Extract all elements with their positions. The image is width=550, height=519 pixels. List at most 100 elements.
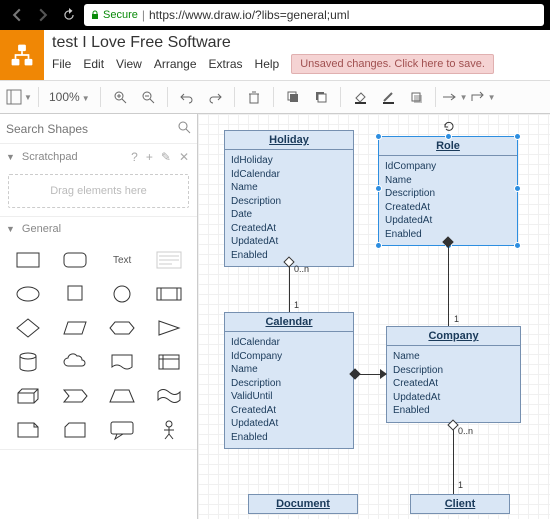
search-icon[interactable] [177, 120, 191, 137]
url-text: https://www.draw.io/?libs=general;uml [149, 8, 349, 22]
uml-body: IdHoliday IdCalendar Name Description Da… [225, 150, 353, 266]
shape-diamond[interactable] [6, 313, 49, 343]
menu-help[interactable]: Help [255, 57, 280, 71]
scratchpad-help[interactable]: ? [129, 150, 140, 164]
drawio-logo[interactable] [0, 30, 44, 80]
scratchpad-dropzone[interactable]: Drag elements here [8, 174, 189, 208]
shape-triangle[interactable] [148, 313, 191, 343]
shape-rectangle[interactable] [6, 245, 49, 275]
redo-button[interactable] [202, 84, 228, 110]
browser-chrome: Secure | https://www.draw.io/?libs=gener… [0, 0, 550, 30]
general-label: General [22, 223, 61, 235]
uml-body: IdCompany Name Description CreatedAt Upd… [379, 156, 517, 245]
shape-hexagon[interactable] [101, 313, 144, 343]
multiplicity-label: 1 [454, 314, 459, 324]
scratchpad-edit[interactable]: ✎ [159, 150, 173, 164]
uml-title: Company [387, 327, 520, 346]
diagram-canvas[interactable]: Holiday IdHoliday IdCalendar Name Descri… [198, 114, 550, 519]
undo-button[interactable] [174, 84, 200, 110]
uml-class-calendar[interactable]: Calendar IdCalendar IdCompany Name Descr… [224, 312, 354, 449]
uml-title: Client [411, 495, 509, 513]
menu-file[interactable]: File [52, 57, 71, 71]
shape-callout[interactable] [101, 415, 144, 445]
uml-class-holiday[interactable]: Holiday IdHoliday IdCalendar Name Descri… [224, 130, 354, 267]
shape-step[interactable] [53, 381, 96, 411]
arrow-head-icon [380, 369, 388, 379]
uml-title: Calendar [225, 313, 353, 332]
shape-trapezoid[interactable] [101, 381, 144, 411]
multiplicity-label: 0..n [458, 426, 473, 436]
lock-icon [90, 10, 100, 20]
url-bar[interactable]: Secure | https://www.draw.io/?libs=gener… [84, 4, 544, 26]
uml-title: Document [249, 495, 357, 513]
resize-handle-e[interactable] [514, 185, 521, 192]
menu-view[interactable]: View [116, 57, 142, 71]
to-back-button[interactable] [308, 84, 334, 110]
connection-dropdown[interactable]: ▼ [442, 84, 468, 110]
shape-note[interactable] [6, 415, 49, 445]
connector[interactable] [448, 240, 449, 326]
multiplicity-label: 1 [294, 300, 299, 310]
shape-rounded-rect[interactable] [53, 245, 96, 275]
view-dropdown[interactable]: ▼ [6, 84, 32, 110]
menu-arrange[interactable]: Arrange [154, 57, 197, 71]
scratchpad-close[interactable]: ✕ [177, 150, 191, 164]
shape-cylinder[interactable] [6, 347, 49, 377]
zoom-in-button[interactable] [107, 84, 133, 110]
resize-handle-sw[interactable] [375, 242, 382, 249]
shape-card[interactable] [53, 415, 96, 445]
waypoints-dropdown[interactable]: ▼ [470, 84, 496, 110]
to-front-button[interactable] [280, 84, 306, 110]
url-separator: | [142, 8, 145, 22]
forward-button[interactable] [32, 4, 54, 26]
uml-class-document[interactable]: Document [248, 494, 358, 514]
shape-ellipse[interactable] [6, 279, 49, 309]
zoom-out-button[interactable] [135, 84, 161, 110]
document-title[interactable]: test I Love Free Software [52, 34, 542, 52]
shape-internal-storage[interactable] [148, 347, 191, 377]
zoom-level[interactable]: 100%▼ [45, 90, 94, 104]
shape-cloud[interactable] [53, 347, 96, 377]
resize-handle-n[interactable] [445, 133, 452, 140]
toolbar: ▼ 100%▼ ▼ ▼ [0, 80, 550, 114]
rotate-handle[interactable] [443, 120, 453, 130]
back-button[interactable] [6, 4, 28, 26]
shape-document[interactable] [101, 347, 144, 377]
resize-handle-nw[interactable] [375, 133, 382, 140]
shape-cube[interactable] [6, 381, 49, 411]
reload-button[interactable] [58, 4, 80, 26]
resize-handle-ne[interactable] [514, 133, 521, 140]
shape-process[interactable] [148, 279, 191, 309]
menu-extras[interactable]: Extras [209, 57, 243, 71]
chevron-down-icon[interactable]: ▼ [6, 152, 15, 162]
fill-color-button[interactable] [347, 84, 373, 110]
chevron-down-icon[interactable]: ▼ [6, 224, 15, 234]
scratchpad-label: Scratchpad [22, 151, 78, 163]
unsaved-button[interactable]: Unsaved changes. Click here to save. [291, 54, 494, 74]
multiplicity-label: 1 [458, 480, 463, 490]
sidebar: ▼ Scratchpad ? + ✎ ✕ Drag elements here … [0, 114, 198, 519]
scratchpad-add[interactable]: + [144, 150, 155, 164]
secure-indicator: Secure [90, 9, 138, 21]
uml-class-company[interactable]: Company Name Description CreatedAt Updat… [386, 326, 521, 423]
shape-parallelogram[interactable] [53, 313, 96, 343]
uml-body: IdCalendar IdCompany Name Description Va… [225, 332, 353, 448]
connector[interactable] [289, 262, 290, 312]
shape-tape[interactable] [148, 381, 191, 411]
line-color-button[interactable] [375, 84, 401, 110]
connector[interactable] [453, 424, 454, 494]
resize-handle-w[interactable] [375, 185, 382, 192]
uml-class-client[interactable]: Client [410, 494, 510, 514]
shape-text[interactable]: Text [101, 245, 144, 275]
shape-circle[interactable] [101, 279, 144, 309]
shadow-button[interactable] [403, 84, 429, 110]
shape-square[interactable] [53, 279, 96, 309]
shape-textbox[interactable] [148, 245, 191, 275]
menu-edit[interactable]: Edit [83, 57, 104, 71]
delete-button[interactable] [241, 84, 267, 110]
shape-actor[interactable] [148, 415, 191, 445]
app-header: test I Love Free Software File Edit View… [0, 30, 550, 80]
resize-handle-se[interactable] [514, 242, 521, 249]
search-input[interactable] [6, 122, 177, 136]
uml-class-role-selected[interactable]: Role IdCompany Name Description CreatedA… [378, 136, 518, 246]
